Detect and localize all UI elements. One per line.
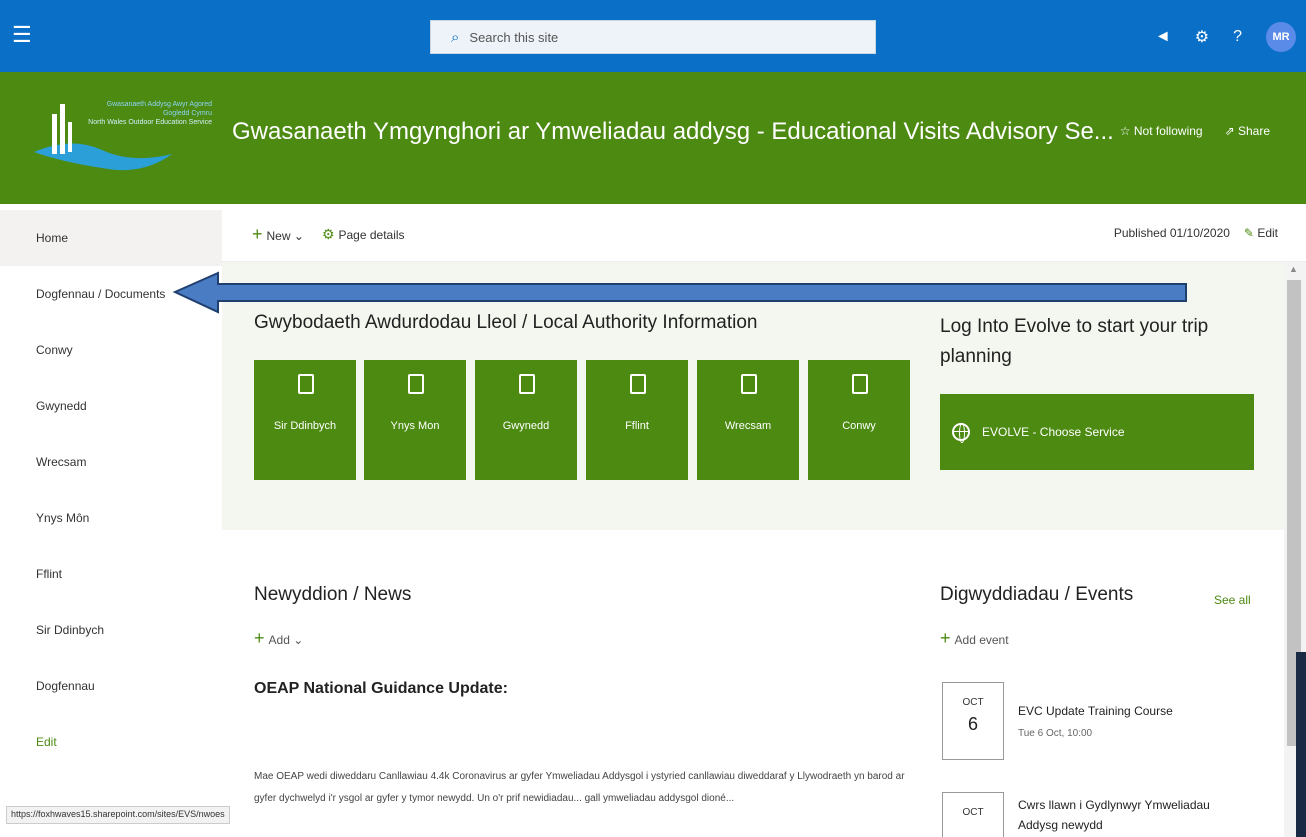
quick-link-tile[interactable]: Fflint: [586, 360, 688, 480]
search-box[interactable]: ⌕ Search this site: [430, 20, 876, 54]
document-icon: [852, 374, 868, 394]
suite-bar: ☰ ⌕ Search this site ◄ ⚙ ? MR: [0, 0, 1306, 72]
document-icon: [519, 374, 535, 394]
command-bar-right: Published 01/10/2020 ✎ Edit: [1114, 226, 1278, 240]
document-icon: [298, 374, 314, 394]
quick-link-tile[interactable]: Sir Ddinbych: [254, 360, 356, 480]
site-header: Gwasanaeth Addysg Awyr Agored Gogledd Cy…: [0, 72, 1306, 204]
page-details-button[interactable]: ⚙ Page details: [322, 226, 405, 243]
header-actions: ☆ Not following ⇗ Share: [1120, 124, 1270, 138]
help-icon[interactable]: ?: [1233, 28, 1242, 46]
logo-text: Gwasanaeth Addysg Awyr Agored Gogledd Cy…: [88, 101, 212, 126]
settings-gear-icon[interactable]: ⚙: [1195, 27, 1209, 47]
plus-icon: +: [940, 628, 951, 648]
nav-item-ynys-mon[interactable]: Ynys Môn: [0, 490, 222, 546]
nav-item-home[interactable]: Home: [0, 210, 222, 266]
evolve-link-button[interactable]: EVOLVE - Choose Service: [940, 394, 1254, 470]
suite-bar-actions: ◄ ⚙ ? MR: [1155, 22, 1296, 52]
event-date-badge: OCT: [942, 792, 1004, 837]
document-icon: [630, 374, 646, 394]
site-title[interactable]: Gwasanaeth Ymgynghori ar Ymweliadau addy…: [232, 118, 1114, 146]
left-navigation: Home Dogfennau / Documents Conwy Gwynedd…: [0, 204, 222, 837]
event-title[interactable]: EVC Update Training Course: [1018, 704, 1173, 718]
event-date-badge: OCT 6: [942, 682, 1004, 760]
local-authority-title: Gwybodaeth Awdurdodau Lleol / Local Auth…: [254, 312, 758, 333]
avatar[interactable]: MR: [1266, 22, 1296, 52]
add-event-button[interactable]: + Add event: [940, 628, 1009, 649]
nav-item-gwynedd[interactable]: Gwynedd: [0, 378, 222, 434]
status-url-tooltip: https://foxhwaves15.sharepoint.com/sites…: [6, 806, 230, 824]
event-time: Tue 6 Oct, 10:00: [1018, 728, 1093, 739]
new-button[interactable]: + New ⌄: [252, 224, 304, 245]
quick-link-tile[interactable]: Conwy: [808, 360, 910, 480]
news-item-title[interactable]: OEAP National Guidance Update:: [254, 680, 508, 698]
document-icon: [741, 374, 757, 394]
evolve-title: Log Into Evolve to start your trip plann…: [940, 316, 1209, 367]
nav-item-fflint[interactable]: Fflint: [0, 546, 222, 602]
plus-icon: +: [252, 224, 263, 244]
share-icon: ⇗: [1224, 124, 1238, 138]
nav-edit-link[interactable]: Edit: [0, 714, 222, 770]
pencil-icon: ✎: [1243, 226, 1258, 240]
scroll-up-arrow-icon[interactable]: ▲: [1289, 264, 1298, 274]
event-title[interactable]: Cwrs llawn i Gydlynwyr Ymweliadau: [1018, 798, 1210, 812]
command-bar: + New ⌄ ⚙ Page details Published 01/10/202…: [222, 204, 1306, 262]
app-launcher-icon[interactable]: ☰: [12, 24, 34, 46]
megaphone-icon[interactable]: ◄: [1155, 28, 1171, 46]
document-icon: [408, 374, 424, 394]
quick-link-tile[interactable]: Gwynedd: [475, 360, 577, 480]
nav-item-sir-ddinbych[interactable]: Sir Ddinbych: [0, 602, 222, 658]
nav-item-documents[interactable]: Dogfennau / Documents: [0, 266, 222, 322]
published-date: Published 01/10/2020: [1113, 226, 1230, 240]
plus-icon: +: [254, 628, 265, 648]
news-item-body: Mae OEAP wedi diweddaru Canllawiau 4.4k …: [254, 771, 905, 804]
search-icon: ⌕: [451, 28, 460, 46]
site-logo[interactable]: Gwasanaeth Addysg Awyr Agored Gogledd Cy…: [32, 94, 212, 180]
share-button[interactable]: ⇗ Share: [1225, 124, 1270, 138]
event-title-line2[interactable]: Addysg newydd: [1018, 818, 1103, 832]
quick-link-tile[interactable]: Ynys Mon: [364, 360, 466, 480]
quick-link-tile[interactable]: Wrecsam: [697, 360, 799, 480]
search-placeholder: Search this site: [469, 29, 559, 45]
window-edge: [1296, 652, 1306, 837]
see-all-link[interactable]: See all: [1214, 593, 1251, 607]
events-title: Digwyddiadau / Events: [940, 584, 1134, 605]
add-news-button[interactable]: + Add ⌄: [254, 628, 303, 649]
chevron-down-icon: ⌄: [293, 633, 304, 647]
nav-item-conwy[interactable]: Conwy: [0, 322, 222, 378]
command-bar-left: + New ⌄ ⚙ Page details: [252, 224, 405, 245]
nav-item-dogfennau[interactable]: Dogfennau: [0, 658, 222, 714]
globe-icon: [952, 423, 970, 443]
edit-page-button[interactable]: ✎ Edit: [1244, 226, 1278, 240]
follow-button[interactable]: ☆ Not following: [1120, 124, 1203, 138]
chevron-down-icon: ⌄: [293, 229, 304, 243]
gear-icon: ⚙: [321, 226, 335, 242]
nav-item-wrecsam[interactable]: Wrecsam: [0, 434, 222, 490]
news-title: Newyddion / News: [254, 584, 412, 605]
star-icon: ☆: [1119, 124, 1134, 138]
